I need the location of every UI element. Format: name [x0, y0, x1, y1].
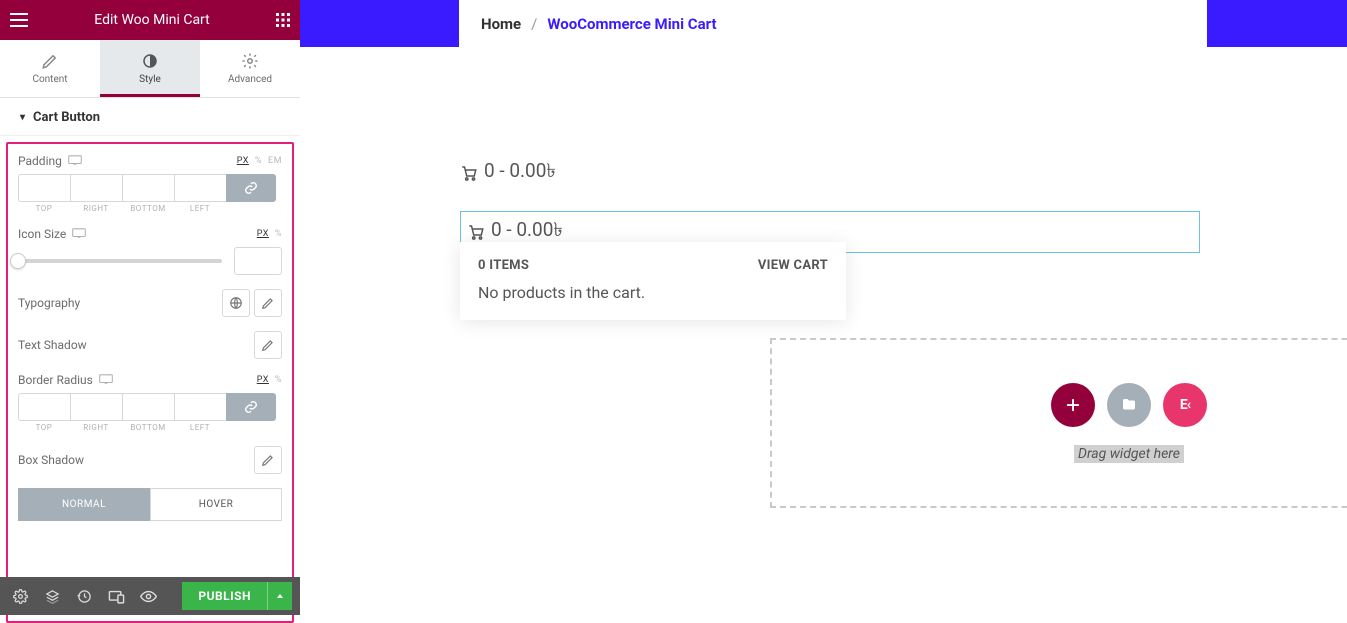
unit-px[interactable]: PX — [257, 229, 269, 239]
control-padding: Padding PX % EM — [18, 154, 282, 213]
cart-summary-text: 0 - 0.00৳ — [484, 157, 556, 189]
side-right: RIGHT — [70, 423, 122, 432]
side-left: LEFT — [174, 423, 226, 432]
slider-thumb[interactable] — [10, 253, 26, 269]
radius-top-input[interactable] — [18, 393, 70, 421]
tab-style[interactable]: Style — [100, 40, 200, 97]
cart-icon — [467, 223, 485, 241]
side-bottom: BOTTOM — [122, 204, 174, 213]
cart-icon — [460, 164, 478, 182]
tab-content[interactable]: Content — [0, 40, 100, 97]
controls-highlight: Padding PX % EM — [6, 142, 294, 623]
view-cart-link[interactable]: VIEW CART — [758, 258, 828, 273]
panel-title: Edit Woo Mini Cart — [28, 12, 276, 28]
side-left: LEFT — [174, 204, 226, 213]
control-typography: Typography — [18, 289, 282, 317]
side-bottom: BOTTOM — [122, 423, 174, 432]
radius-bottom-input[interactable] — [122, 393, 174, 421]
responsive-icon[interactable] — [68, 154, 82, 168]
control-box-shadow: Box Shadow — [18, 446, 282, 474]
navigator-icon[interactable] — [36, 577, 68, 615]
publish-options-button[interactable] — [268, 582, 292, 610]
unit-px[interactable]: PX — [257, 375, 269, 385]
tab-advanced[interactable]: Advanced — [200, 40, 300, 97]
add-template-button[interactable] — [1107, 383, 1151, 427]
control-icon-size: Icon Size PX % — [18, 227, 282, 275]
breadcrumb-home[interactable]: Home — [481, 15, 521, 33]
link-values-button[interactable] — [226, 393, 276, 421]
add-section-button[interactable] — [1051, 383, 1095, 427]
preview-canvas: Home / WooCommerce Mini Cart 0 - 0.00৳ 0… — [300, 0, 1347, 623]
apps-grid-icon[interactable] — [276, 13, 290, 27]
publish-button-group: PUBLISH — [182, 582, 292, 610]
mini-cart-instance-1[interactable]: 0 - 0.00৳ — [460, 157, 1347, 189]
section-cart-button[interactable]: ▾ Cart Button — [0, 98, 300, 136]
typography-edit-button[interactable] — [254, 289, 282, 317]
control-border-radius: Border Radius PX % — [18, 373, 282, 432]
side-top: TOP — [18, 423, 70, 432]
padding-top-input[interactable] — [18, 174, 70, 202]
responsive-mode-icon[interactable] — [100, 577, 132, 615]
state-tab-normal[interactable]: NORMAL — [18, 488, 150, 521]
icon-size-input[interactable] — [234, 247, 282, 275]
padding-right-input[interactable] — [70, 174, 122, 202]
radius-left-input[interactable] — [174, 393, 226, 421]
settings-icon[interactable] — [4, 577, 36, 615]
publish-button[interactable]: PUBLISH — [182, 582, 268, 610]
padding-label: Padding — [18, 154, 62, 168]
unit-em[interactable]: EM — [268, 156, 282, 166]
unit-px[interactable]: PX — [237, 156, 249, 166]
padding-bottom-input[interactable] — [122, 174, 174, 202]
typography-global-button[interactable] — [222, 289, 250, 317]
state-tab-hover[interactable]: HOVER — [150, 488, 282, 521]
link-values-button[interactable] — [226, 174, 276, 202]
padding-left-input[interactable] — [174, 174, 226, 202]
header-accent-left — [300, 0, 459, 47]
box-shadow-label: Box Shadow — [18, 453, 84, 467]
responsive-icon[interactable] — [72, 227, 86, 241]
section-title: Cart Button — [33, 110, 100, 125]
radius-right-input[interactable] — [70, 393, 122, 421]
responsive-icon[interactable] — [99, 373, 113, 387]
breadcrumb-sep: / — [531, 15, 537, 33]
mini-cart-dropdown: 0 ITEMS VIEW CART No products in the car… — [460, 242, 846, 320]
side-right: RIGHT — [70, 204, 122, 213]
panel-header: Edit Woo Mini Cart — [0, 0, 300, 40]
dropzone-hint: Drag widget here — [1074, 445, 1184, 463]
panel-footer: PUBLISH — [0, 577, 300, 615]
elementskit-button[interactable]: E‹ — [1163, 383, 1207, 427]
panel-tabs: Content Style Advanced — [0, 40, 300, 98]
unit-pct[interactable]: % — [275, 375, 282, 385]
state-tabs: NORMAL HOVER — [18, 488, 282, 521]
border-radius-label: Border Radius — [18, 373, 93, 387]
side-top: TOP — [18, 204, 70, 213]
caret-down-icon: ▾ — [20, 112, 25, 123]
cart-empty-message: No products in the cart. — [478, 283, 828, 302]
tab-style-label: Style — [139, 74, 161, 85]
unit-pct[interactable]: % — [275, 229, 282, 239]
breadcrumb-current[interactable]: WooCommerce Mini Cart — [547, 15, 716, 33]
text-shadow-edit-button[interactable] — [254, 331, 282, 359]
header-accent-right — [1207, 0, 1347, 47]
preview-icon[interactable] — [132, 577, 164, 615]
tab-content-label: Content — [32, 74, 67, 85]
icon-size-label: Icon Size — [18, 227, 66, 241]
box-shadow-edit-button[interactable] — [254, 446, 282, 474]
empty-section-dropzone[interactable]: E‹ Drag widget here — [770, 338, 1347, 508]
menu-icon[interactable] — [10, 13, 28, 27]
typography-label: Typography — [18, 296, 80, 310]
text-shadow-label: Text Shadow — [18, 338, 87, 352]
control-text-shadow: Text Shadow — [18, 331, 282, 359]
history-icon[interactable] — [68, 577, 100, 615]
breadcrumb: Home / WooCommerce Mini Cart — [459, 0, 1207, 47]
unit-pct[interactable]: % — [255, 156, 262, 166]
cart-item-count: 0 ITEMS — [478, 258, 529, 273]
tab-advanced-label: Advanced — [228, 74, 272, 85]
icon-size-slider[interactable] — [18, 259, 222, 263]
